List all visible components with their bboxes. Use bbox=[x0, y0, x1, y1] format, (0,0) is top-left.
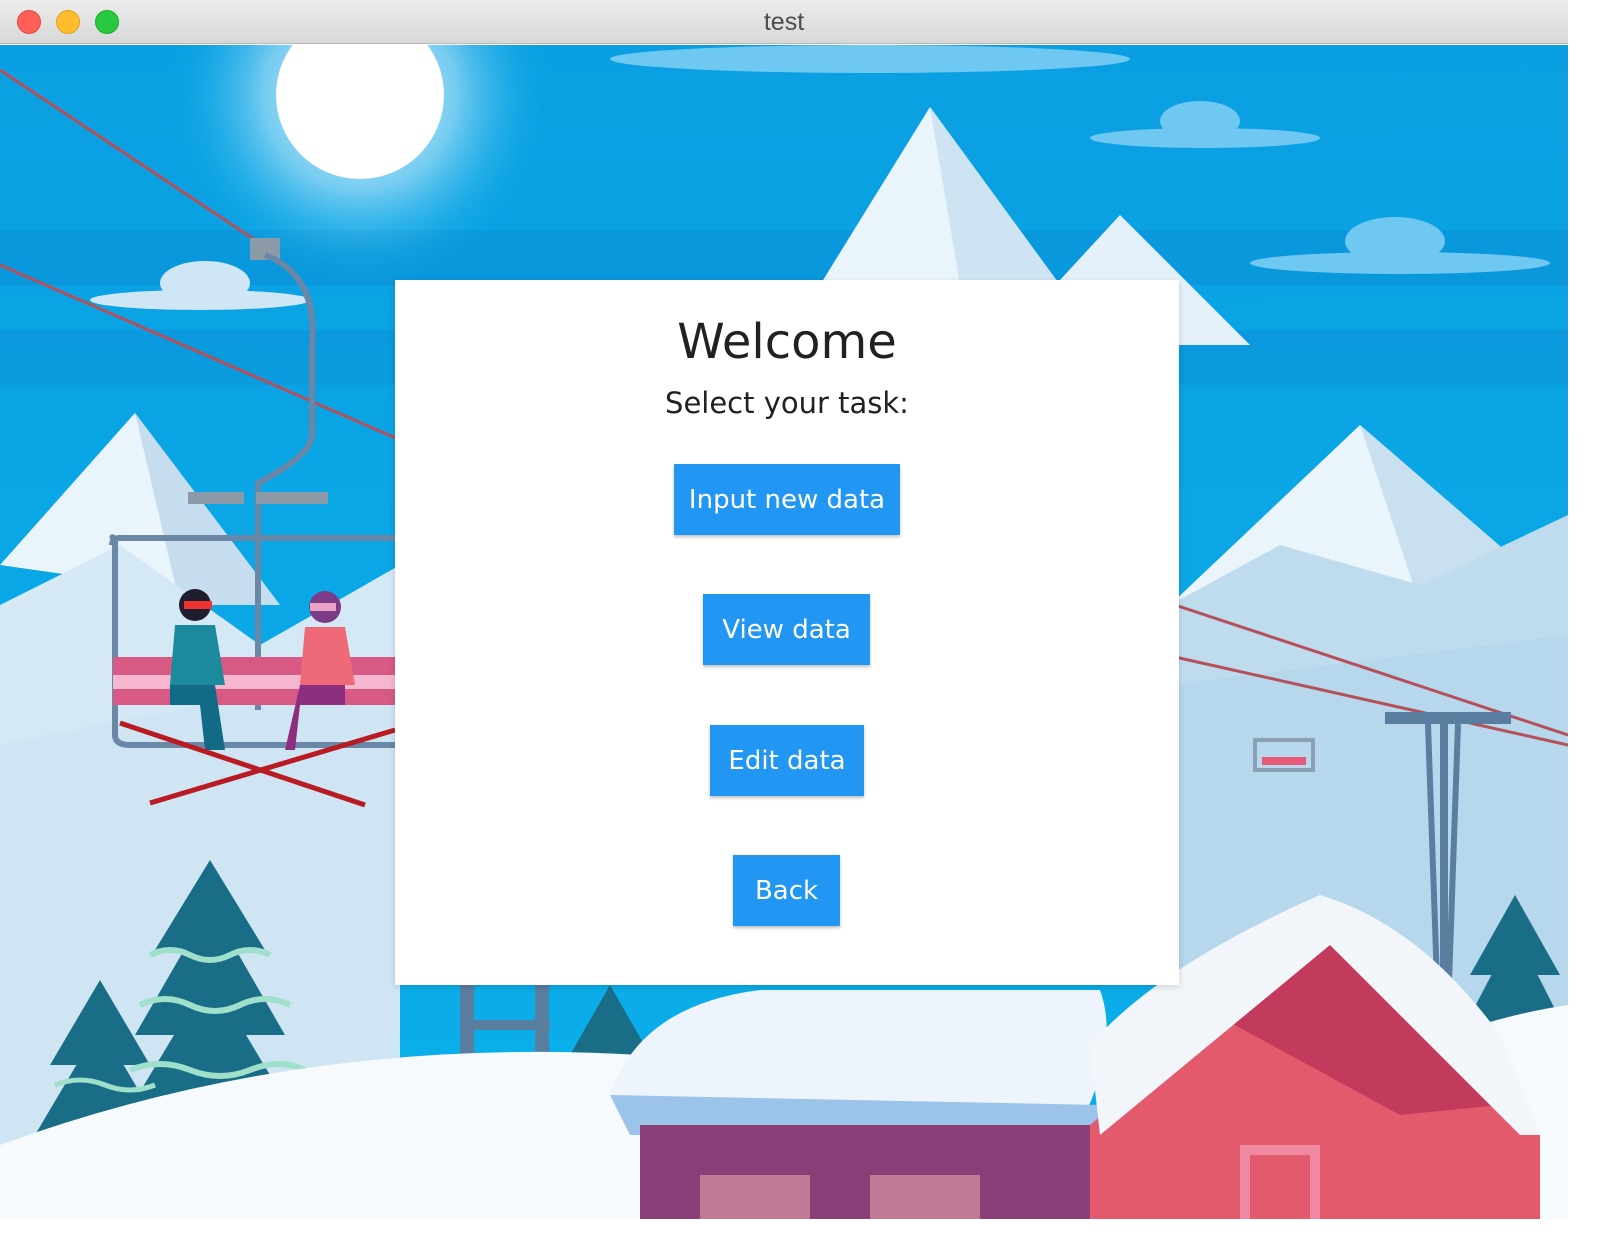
input-new-data-button[interactable]: Input new data bbox=[674, 464, 900, 535]
task-prompt: Select your task: bbox=[665, 386, 909, 420]
edit-data-button[interactable]: Edit data bbox=[710, 725, 864, 796]
view-data-button[interactable]: View data bbox=[703, 594, 870, 665]
task-selection-card: Welcome Select your task: Input new data… bbox=[395, 280, 1179, 985]
back-button[interactable]: Back bbox=[733, 855, 840, 926]
page-title: Welcome bbox=[677, 314, 897, 370]
title-bar[interactable]: test bbox=[0, 0, 1568, 44]
app-window: test Welcome Select your task: Input new… bbox=[0, 0, 1568, 1219]
window-title: test bbox=[763, 8, 805, 36]
